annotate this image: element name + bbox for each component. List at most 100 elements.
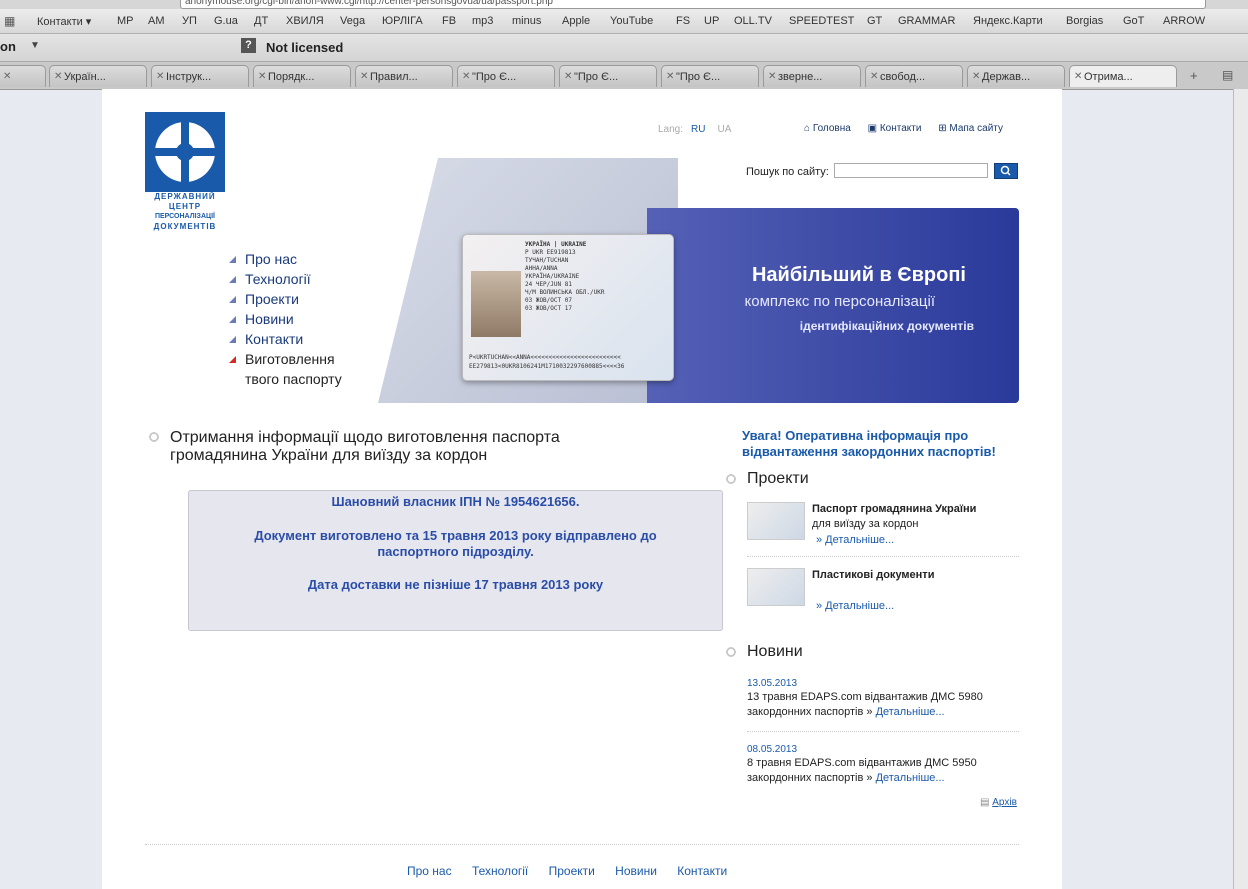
project-title[interactable]: Пластикові документи: [812, 569, 934, 581]
browser-tab[interactable]: ✕ Порядк...: [253, 65, 351, 87]
close-icon[interactable]: ✕: [462, 71, 470, 82]
bookmark-item[interactable]: Vega: [340, 15, 365, 27]
news-more-link[interactable]: Детальніше...: [876, 772, 945, 784]
bookmark-item[interactable]: OLL.TV: [734, 15, 772, 27]
nav-news[interactable]: Новини: [229, 309, 342, 329]
browser-tab[interactable]: ✕с: [0, 65, 46, 87]
bookmark-item[interactable]: G.ua: [214, 15, 238, 27]
bookmark-item[interactable]: ARROW: [1163, 15, 1205, 27]
close-icon[interactable]: ✕: [564, 71, 572, 82]
project-thumbnail[interactable]: [747, 502, 805, 540]
bookmark-item[interactable]: SPEEDTEST: [789, 15, 854, 27]
browser-tab[interactable]: ✕ Україн...: [49, 65, 147, 87]
bookmark-item[interactable]: FS: [676, 15, 690, 27]
bookmark-item[interactable]: УП: [182, 15, 197, 27]
close-icon[interactable]: ✕: [972, 71, 980, 82]
bookmark-item[interactable]: Яндекс.Карти: [973, 15, 1043, 27]
browser-tab[interactable]: ✕ Інструк...: [151, 65, 249, 87]
footer-divider: [145, 844, 1019, 845]
bookmark-item[interactable]: YouTube: [610, 15, 653, 27]
license-status: Not licensed: [266, 40, 344, 55]
close-icon[interactable]: ✕: [1074, 71, 1082, 82]
bookmark-item[interactable]: ДТ: [254, 15, 268, 27]
bookmark-item[interactable]: Borgias: [1066, 15, 1103, 27]
archive-link[interactable]: ▤ Архів: [980, 797, 1017, 808]
bookmark-item[interactable]: GRAMMAR: [898, 15, 955, 27]
top-link-contacts[interactable]: Контакти: [880, 123, 922, 134]
footer-link-projects[interactable]: Проекти: [549, 864, 595, 878]
bookmark-item[interactable]: FB: [442, 15, 456, 27]
page-title-line: Отримання інформації щодо виготовлення п…: [170, 429, 560, 446]
browser-tab[interactable]: ✕ "Про Є...: [661, 65, 759, 87]
top-link-home[interactable]: Головна: [813, 123, 851, 134]
project-title[interactable]: Паспорт громадянина України: [812, 503, 976, 515]
browser-tab[interactable]: ✕ свобод...: [865, 65, 963, 87]
nav-about[interactable]: Про нас: [229, 249, 342, 269]
bookmark-item[interactable]: Контакти ▾: [37, 15, 91, 28]
search-input[interactable]: [834, 163, 988, 178]
bookmark-item[interactable]: mp3: [472, 15, 493, 27]
logo[interactable]: [145, 112, 225, 192]
browser-tab[interactable]: ✕ зверне...: [763, 65, 861, 87]
tab-overview-icon[interactable]: ▤: [1222, 68, 1233, 82]
lang-ru-link[interactable]: RU: [691, 124, 705, 135]
tab-bar: ✕с ✕Україн... ✕Інструк... ✕Порядк... ✕Пр…: [0, 62, 1248, 90]
close-icon[interactable]: ✕: [156, 71, 164, 82]
chevron-down-icon[interactable]: ▼: [30, 40, 40, 51]
project-more-link[interactable]: » Детальніше...: [816, 600, 894, 612]
search-button[interactable]: [994, 163, 1018, 179]
browser-tab[interactable]: ✕ "Про Є...: [559, 65, 657, 87]
scrollbar[interactable]: [1233, 89, 1248, 889]
news-more-link[interactable]: Детальніше...: [876, 706, 945, 718]
nav-projects[interactable]: Проекти: [229, 289, 342, 309]
address-bar[interactable]: anonymouse.org/cgi-bin/anon-www.cgi/http…: [180, 0, 1206, 9]
close-icon[interactable]: ✕: [360, 71, 368, 82]
tab-label: Інструк...: [166, 71, 212, 83]
bookmark-item[interactable]: GoT: [1123, 15, 1144, 27]
search-icon: [1000, 165, 1011, 176]
bookmark-item[interactable]: Apple: [562, 15, 590, 27]
logo-line: Державний: [154, 192, 216, 201]
footer-link-technologies[interactable]: Технології: [472, 864, 528, 878]
close-icon[interactable]: ✕: [666, 71, 674, 82]
bookmarks-grid-icon[interactable]: ▦: [4, 14, 15, 28]
footer-link-news[interactable]: Новини: [615, 864, 657, 878]
new-tab-icon[interactable]: +: [1190, 68, 1198, 83]
bookmark-item[interactable]: AM: [148, 15, 165, 27]
bookmark-item[interactable]: minus: [512, 15, 541, 27]
bookmark-item[interactable]: UP: [704, 15, 719, 27]
bookmark-item[interactable]: MP: [117, 15, 134, 27]
archive-icon: ▤: [980, 797, 990, 808]
logo-line: персоналізації: [154, 213, 215, 220]
bookmark-item[interactable]: ХВИЛЯ: [286, 15, 324, 27]
browser-tab[interactable]: ✕ Держав...: [967, 65, 1065, 87]
footer-link-about[interactable]: Про нас: [407, 864, 452, 878]
browser-tab[interactable]: ✕ "Про Є...: [457, 65, 555, 87]
nav-technologies[interactable]: Технології: [229, 269, 342, 289]
warning-link[interactable]: Увага! Оперативна інформація про відвант…: [742, 428, 1032, 460]
close-icon[interactable]: ✕: [54, 71, 62, 82]
section-bullet-icon: [724, 645, 738, 659]
bookmark-item[interactable]: GT: [867, 15, 882, 27]
close-icon[interactable]: ✕: [768, 71, 776, 82]
browser-tab-active[interactable]: ✕ Отрима...: [1069, 65, 1177, 87]
project-thumbnail[interactable]: [747, 568, 805, 606]
extension-label[interactable]: on: [0, 39, 16, 54]
project-more-link[interactable]: » Детальніше...: [816, 534, 894, 546]
footer-link-contacts[interactable]: Контакти: [677, 864, 727, 878]
nav-passport-production[interactable]: Виготовлення: [229, 349, 342, 369]
close-icon[interactable]: ✕: [3, 71, 11, 82]
lang-ua-link[interactable]: UA: [717, 124, 731, 135]
nav-contacts[interactable]: Контакти: [229, 329, 342, 349]
help-icon[interactable]: ?: [241, 38, 256, 53]
hero-subtitle: комплекс по персоналізації: [744, 293, 935, 310]
top-link-sitemap[interactable]: Мапа сайту: [949, 123, 1003, 134]
tab-label: Порядк...: [268, 71, 315, 83]
browser-tab[interactable]: ✕ Правил...: [355, 65, 453, 87]
bookmark-item[interactable]: ЮРЛІГА: [382, 15, 423, 27]
nav-passport-production-line2[interactable]: твого паспорту: [229, 369, 342, 389]
tab-label: Правил...: [370, 71, 418, 83]
close-icon[interactable]: ✕: [870, 71, 878, 82]
close-icon[interactable]: ✕: [258, 71, 266, 82]
logo-text: Державний центр персоналізації документі…: [145, 192, 225, 232]
